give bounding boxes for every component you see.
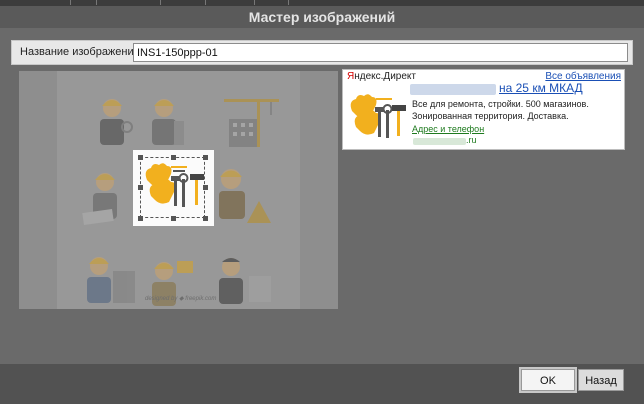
tools-icon bbox=[145, 163, 204, 207]
ad-headline-link[interactable]: на 25 км МКАД bbox=[499, 81, 583, 95]
preview-watermark: designed by ◆ freepik.com bbox=[145, 296, 216, 302]
ad-domain-blurred bbox=[413, 138, 466, 145]
ad-domain[interactable]: .ru bbox=[466, 135, 477, 145]
bg-tick bbox=[160, 0, 161, 5]
bg-tick bbox=[96, 0, 97, 5]
address-phone-link[interactable]: Адрес и телефон bbox=[412, 124, 484, 134]
ad-description: Все для ремонта, стройки. 500 магазинов.… bbox=[412, 99, 589, 121]
ok-button[interactable]: OK bbox=[519, 367, 577, 393]
image-preview[interactable]: designed by ◆ freepik.com bbox=[19, 71, 338, 309]
dialog-footer: OK Назад bbox=[0, 364, 644, 404]
ad-brand: Яндекс.Директ bbox=[347, 71, 416, 82]
back-button[interactable]: Назад bbox=[578, 369, 624, 391]
bg-tick bbox=[288, 0, 289, 5]
yandex-direct-ad[interactable]: Яндекс.Директ Все объявления на 25 км МК… bbox=[342, 69, 625, 150]
bg-tick bbox=[205, 0, 206, 5]
bg-tick bbox=[254, 0, 255, 5]
ad-headline-blurred bbox=[410, 84, 496, 95]
bg-tick bbox=[70, 0, 71, 5]
dialog-content: Название изображения INS1-150ppp-01 desi… bbox=[0, 28, 644, 404]
ad-tools-thumbnail[interactable] bbox=[346, 89, 409, 147]
dialog-title: Мастер изображений bbox=[0, 6, 644, 28]
crop-selection[interactable] bbox=[133, 150, 214, 226]
image-name-label: Название изображения bbox=[20, 46, 140, 58]
image-name-input[interactable] bbox=[133, 43, 628, 62]
image-name-row: Название изображения bbox=[11, 40, 633, 65]
